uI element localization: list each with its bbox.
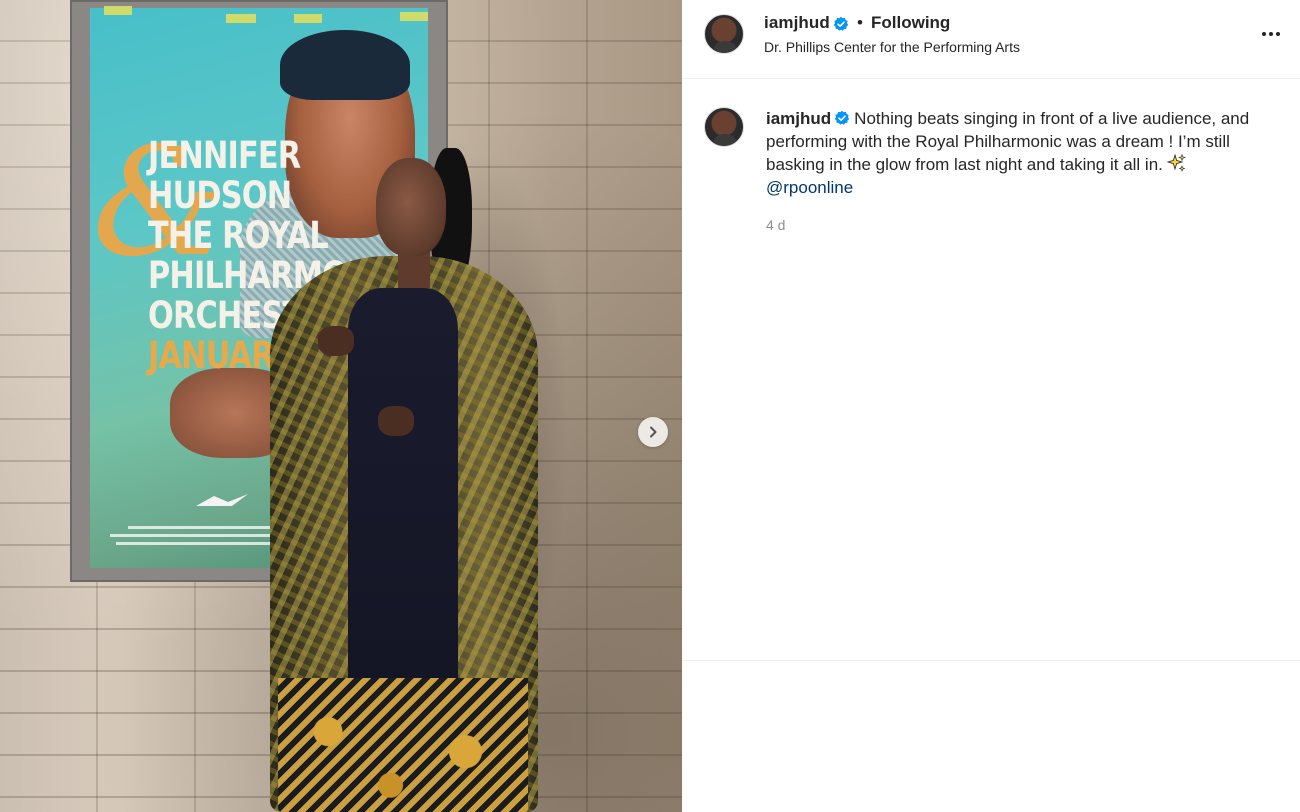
sparkles-emoji-icon [1166, 153, 1186, 172]
avatar[interactable] [704, 107, 744, 147]
mention-link[interactable]: @rpoonline [766, 178, 853, 197]
poster-hair [280, 30, 410, 100]
post-header: iamjhud • Following Dr. Phillips Center … [682, 0, 1300, 79]
tape-piece [226, 14, 256, 23]
person-figure [248, 138, 548, 812]
post-details-panel: iamjhud • Following Dr. Phillips Center … [682, 0, 1300, 812]
separator-dot: • [857, 13, 863, 32]
person-hand [318, 326, 354, 356]
next-media-button[interactable] [638, 417, 668, 447]
chevron-right-icon [650, 426, 657, 438]
caption-text-block: iamjhud Nothing beats singing in front o… [766, 107, 1282, 199]
tape-piece [294, 14, 322, 23]
person-coat-hem [278, 678, 528, 812]
poster-logo-icon [194, 492, 250, 510]
following-button[interactable]: Following [871, 13, 950, 33]
post-timestamp[interactable]: 4 d [766, 217, 785, 233]
more-options-icon[interactable] [1256, 22, 1286, 46]
caption-username[interactable]: iamjhud [766, 109, 831, 128]
location-link[interactable]: Dr. Phillips Center for the Performing A… [764, 39, 1020, 55]
person-head [376, 158, 446, 256]
tape-piece [400, 12, 428, 21]
avatar[interactable] [704, 14, 744, 54]
post-media[interactable]: & JENNIFER HUDSON THE ROYAL PHILHARMONIC… [0, 0, 682, 812]
verified-badge-icon [833, 16, 849, 31]
header-username[interactable]: iamjhud [764, 13, 830, 33]
tape-piece [104, 6, 132, 15]
divider [682, 660, 1300, 661]
person-hand [378, 406, 414, 436]
verified-badge-icon [834, 110, 850, 125]
